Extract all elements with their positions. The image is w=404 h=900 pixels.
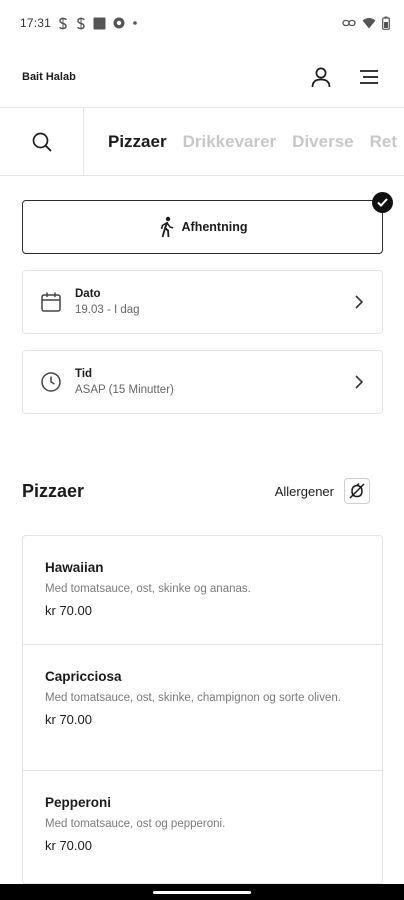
link-icon xyxy=(342,18,356,28)
time-selector[interactable]: Tid ASAP (15 Minutter) xyxy=(22,350,383,414)
calendar-icon xyxy=(39,290,63,314)
chevron-right-icon xyxy=(354,374,364,390)
tab-ret[interactable]: Ret xyxy=(370,132,397,152)
status-time: 17:31 xyxy=(20,16,52,30)
product-description: Med tomatsauce, ost, skinke, champignon … xyxy=(45,692,341,704)
pickup-option-label: Afhentning xyxy=(181,220,248,234)
clock-icon xyxy=(39,370,63,394)
tab-diverse[interactable]: Diverse xyxy=(292,132,353,152)
time-title: Tid xyxy=(75,368,93,380)
category-tabs: Pizzaer Drikkevarer Diverse Ret xyxy=(84,108,397,175)
section-header: Pizzaer Allergener xyxy=(22,474,370,508)
search-button[interactable] xyxy=(0,108,84,175)
product-price: kr 70.00 xyxy=(45,603,92,618)
tab-drikkevarer[interactable]: Drikkevarer xyxy=(183,132,277,152)
time-value: ASAP (15 Minutter) xyxy=(75,384,174,396)
product-list: Hawaiian Med tomatsauce, ost, skinke og … xyxy=(22,535,383,884)
s-notification-icon xyxy=(75,17,87,30)
product-item[interactable]: Capricciosa Med tomatsauce, ost, skinke,… xyxy=(23,645,382,771)
check-icon xyxy=(372,192,393,213)
square-notification-icon xyxy=(93,17,106,30)
product-name: Hawaiian xyxy=(45,560,104,575)
menu-icon[interactable] xyxy=(356,64,382,90)
walking-person-icon xyxy=(160,216,173,238)
allergen-filter-button[interactable]: Allergener xyxy=(275,478,370,504)
user-icon[interactable] xyxy=(308,64,334,90)
app-header: Bait Halab xyxy=(0,46,404,108)
product-item[interactable]: Pepperoni Med tomatsauce, ost og peppero… xyxy=(23,771,382,884)
product-price: kr 70.00 xyxy=(45,838,92,853)
s-notification-icon xyxy=(57,17,69,30)
date-selector[interactable]: Dato 19.03 - I dag xyxy=(22,270,383,334)
brand-name[interactable]: Bait Halab xyxy=(22,71,76,83)
product-item[interactable]: Hawaiian Med tomatsauce, ost, skinke og … xyxy=(23,536,382,645)
search-icon xyxy=(32,132,52,152)
chevron-right-icon xyxy=(354,294,364,310)
tab-pizzaer[interactable]: Pizzaer xyxy=(108,132,167,152)
pickup-option-button[interactable]: Afhentning xyxy=(22,192,393,254)
product-name: Pepperoni xyxy=(45,795,112,810)
date-value: 19.03 - I dag xyxy=(75,304,140,316)
allergen-icon xyxy=(344,478,370,504)
category-bar: Pizzaer Drikkevarer Diverse Ret xyxy=(0,108,404,176)
battery-icon xyxy=(382,16,390,30)
dot-icon xyxy=(132,20,138,26)
section-title: Pizzaer xyxy=(22,480,85,501)
system-navigation-bar xyxy=(0,884,404,900)
status-bar: 17:31 xyxy=(0,0,404,46)
product-name: Capricciosa xyxy=(45,669,122,684)
product-price: kr 70.00 xyxy=(45,712,92,727)
product-description: Med tomatsauce, ost, skinke og ananas. xyxy=(45,583,251,595)
wifi-icon xyxy=(362,17,376,29)
home-indicator[interactable] xyxy=(153,890,251,894)
settings-notification-icon xyxy=(112,16,126,30)
date-title: Dato xyxy=(75,288,101,300)
allergen-label: Allergener xyxy=(274,483,334,499)
product-description: Med tomatsauce, ost og pepperoni. xyxy=(45,818,226,830)
